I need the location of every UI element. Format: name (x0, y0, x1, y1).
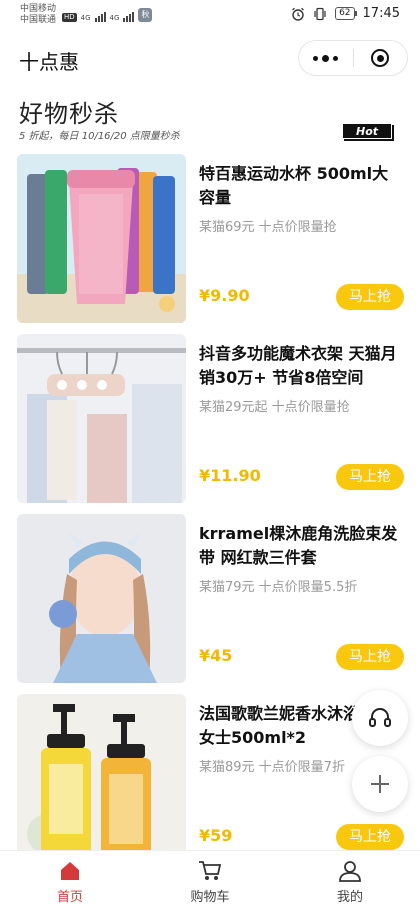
signal-icon (94, 12, 106, 22)
vibrate-icon (314, 7, 326, 20)
clothes-hanger-image[interactable] (17, 334, 186, 503)
signal-icon-2 (123, 12, 135, 22)
product-original-price: 某猫79元 十点价限量5.5折 (199, 580, 358, 595)
product-original-price: 某猫29元起 十点价限量抢 (199, 400, 350, 415)
tab-home[interactable]: 首页 (0, 851, 140, 910)
product-card[interactable]: krramel棵沐鹿角洗脸束发带 网红款三件套 某猫79元 十点价限量5.5折 … (17, 510, 407, 683)
product-card[interactable]: 法国歌歌兰妮香水沐浴露男女士500ml*2 某猫89元 十点价限量7折 ¥59 … (17, 690, 407, 850)
tab-bar: 首页 购物车 我的 (0, 850, 420, 910)
mini-program-capsule (298, 40, 408, 76)
hd-badge: HD (62, 13, 77, 22)
buy-now-button[interactable]: 马上抢 (336, 464, 404, 490)
shower-gel-image[interactable] (17, 694, 186, 850)
cart-icon (199, 861, 222, 880)
tab-cart[interactable]: 购物车 (140, 851, 280, 910)
nav-bar: 十点惠 (0, 38, 420, 80)
product-original-price: 某猫89元 十点价限量7折 (199, 760, 345, 775)
clock: 17:45 (362, 6, 400, 21)
product-price: ¥59 (199, 826, 233, 845)
network-icons: HD 4G 4G 秋 (62, 6, 153, 22)
water-bottle-image[interactable] (17, 154, 186, 323)
product-name: krramel棵沐鹿角洗脸束发带 网红款三件套 (199, 524, 398, 567)
more-icon[interactable] (299, 41, 353, 75)
app-title: 十点惠 (19, 50, 79, 74)
customer-service-icon (369, 708, 391, 727)
profile-icon (339, 861, 361, 882)
network-type-1: 4G (80, 14, 91, 22)
battery-icon: 62 (335, 7, 358, 20)
product-price: ¥9.90 (199, 286, 250, 305)
tab-label: 我的 (336, 890, 363, 905)
product-price: ¥45 (199, 646, 233, 665)
headband-image[interactable] (17, 514, 186, 683)
product-list[interactable]: 特百惠运动水杯 500ml大容量 某猫69元 十点价限量抢 ¥9.90 马上抢 … (0, 150, 420, 850)
close-target-icon[interactable] (353, 41, 407, 75)
app-notification-icon: 秋 (138, 8, 153, 22)
product-card[interactable]: 特百惠运动水杯 500ml大容量 某猫69元 十点价限量抢 ¥9.90 马上抢 (17, 150, 407, 323)
product-name: 抖音多功能魔术衣架 天猫月销30万+ 节省8倍空间 (199, 344, 397, 387)
product-price: ¥11.90 (199, 466, 261, 485)
customer-service-button[interactable] (352, 690, 408, 746)
hot-badge: Hot (342, 123, 392, 139)
tab-profile[interactable]: 我的 (280, 851, 420, 910)
carrier-1: 中国移动 (20, 4, 57, 14)
tab-label: 购物车 (190, 890, 230, 905)
buy-now-button[interactable]: 马上抢 (336, 824, 404, 850)
add-button[interactable] (352, 756, 408, 812)
network-type-2: 4G (109, 14, 120, 22)
status-bar: 中国移动 中国联通 HD 4G 4G 秋 62 17:45 (0, 0, 420, 30)
page-subtitle: 5 折起，每日 10/16/20 点限量秒杀 (19, 131, 180, 142)
status-right: 62 17:45 (291, 6, 400, 21)
buy-now-button[interactable]: 马上抢 (336, 284, 404, 310)
product-original-price: 某猫69元 十点价限量抢 (199, 220, 337, 235)
product-card[interactable]: 抖音多功能魔术衣架 天猫月销30万+ 节省8倍空间 某猫29元起 十点价限量抢 … (17, 330, 407, 503)
carrier-info: 中国移动 中国联通 (20, 4, 56, 26)
home-icon (61, 862, 79, 880)
product-name: 特百惠运动水杯 500ml大容量 (199, 164, 389, 207)
page-title: 好物秒杀 (19, 100, 119, 128)
tab-label: 首页 (56, 890, 83, 905)
carrier-2: 中国联通 (20, 15, 57, 25)
alarm-icon (292, 7, 305, 21)
buy-now-button[interactable]: 马上抢 (336, 644, 404, 670)
add-icon (371, 775, 389, 793)
